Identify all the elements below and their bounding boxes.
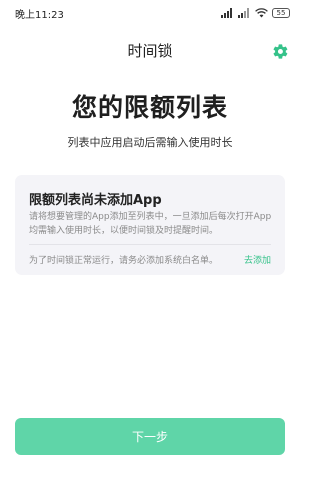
empty-list-card: 限额列表尚未添加App 请将想要管理的App添加至列表中，一旦添加后每次打开Ap… — [15, 175, 285, 275]
card-title: 限额列表尚未添加App — [29, 193, 162, 208]
hero-subtitle: 列表中应用启动后需输入使用时长 — [67, 136, 233, 149]
wifi-icon — [255, 8, 268, 18]
status-icons: 55 — [221, 8, 290, 18]
next-button[interactable]: 下一步 — [15, 418, 285, 455]
app-screen: 晚上11:23 55 时间锁 您的限额列表 列表中应用启动后需输入使用时长 限额… — [0, 0, 300, 500]
signal-secondary-icon — [238, 8, 251, 18]
gear-icon[interactable] — [272, 43, 289, 60]
signal-icon — [221, 8, 234, 18]
status-time: 晚上11:23 — [15, 9, 64, 21]
card-footer: 为了时间锁正常运行，请务必添加系统白名单。 去添加 — [29, 248, 271, 270]
status-bar: 晚上11:23 55 — [0, 0, 300, 26]
add-whitelist-link[interactable]: 去添加 — [244, 253, 271, 266]
card-description: 请将想要管理的App添加至列表中，一旦添加后每次打开App均需输入使用时长，以便… — [29, 212, 272, 236]
app-header: 时间锁 — [0, 38, 300, 64]
whitelist-hint: 为了时间锁正常运行，请务必添加系统白名单。 — [29, 255, 219, 266]
card-divider — [29, 244, 271, 245]
battery-icon: 55 — [272, 8, 290, 18]
hero-title: 您的限额列表 — [71, 93, 228, 122]
page-title: 时间锁 — [127, 42, 173, 60]
